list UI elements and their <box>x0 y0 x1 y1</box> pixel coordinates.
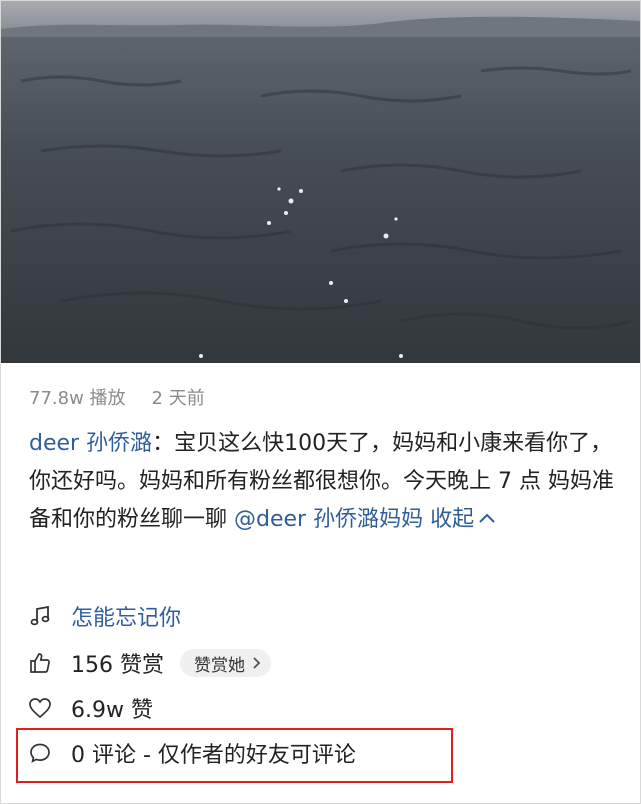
music-note-icon <box>27 603 53 629</box>
collapse-button[interactable]: 收起 <box>423 507 497 532</box>
play-count: 77.8w 播放 <box>29 388 126 409</box>
author-name-link[interactable]: deer 孙侨潞 <box>29 431 152 456</box>
chevron-right-icon <box>253 657 261 669</box>
video-meta: 77.8w 播放 2 天前 <box>29 384 205 410</box>
caption-separator: ： <box>152 431 175 456</box>
video-frame-image <box>1 1 640 363</box>
like-count: 6.9w 赞 <box>71 698 153 723</box>
tip-her-button[interactable]: 赞赏她 <box>180 649 271 677</box>
music-title-link[interactable]: 怎能忘记你 <box>71 600 181 632</box>
heart-icon[interactable] <box>27 695 53 721</box>
video-caption: deer 孙侨潞：宝贝这么快100天了，妈妈和小康来看你了，你还好吗。妈妈和所有… <box>29 425 614 539</box>
post-time: 2 天前 <box>151 388 205 409</box>
like-row[interactable]: 6.9w 赞 <box>27 692 153 724</box>
music-row[interactable]: 怎能忘记你 <box>27 600 181 632</box>
highlight-annotation-box <box>16 728 453 783</box>
tip-count: 156 赞赏 <box>71 653 164 678</box>
mention-link[interactable]: @deer 孙侨潞妈妈 <box>234 507 423 532</box>
chevron-up-icon <box>479 513 495 523</box>
tip-row: 156 赞赏 赞赏她 <box>27 647 271 679</box>
video-player[interactable] <box>1 1 640 363</box>
thumbs-up-icon <box>27 650 53 676</box>
tip-button-label: 赞赏她 <box>194 655 245 676</box>
collapse-label: 收起 <box>423 507 475 532</box>
